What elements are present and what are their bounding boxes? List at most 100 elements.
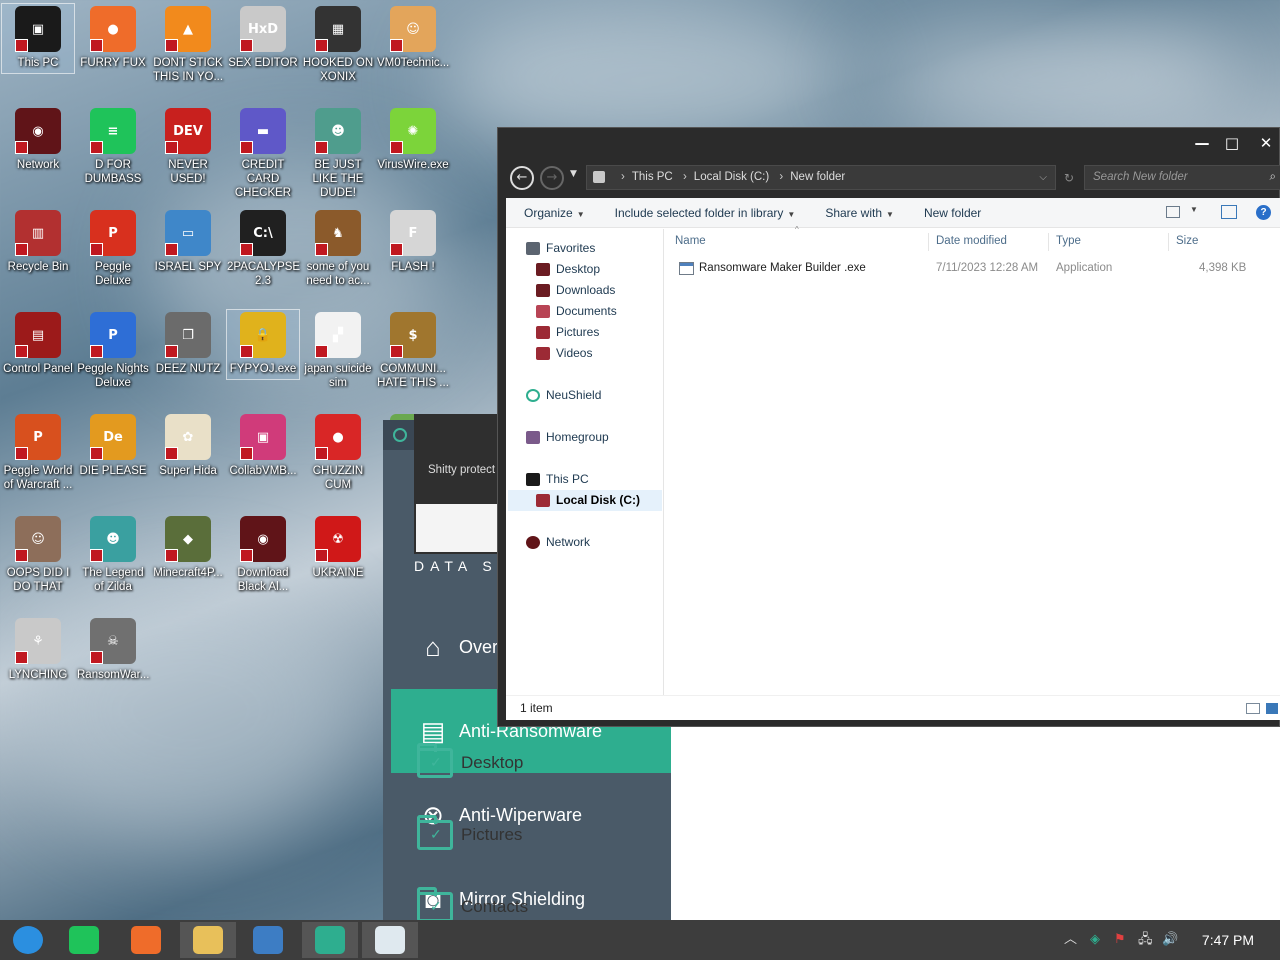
- column-header-size[interactable]: Size: [1176, 235, 1198, 247]
- desktop-icon-0[interactable]: ▣ This PC: [0, 3, 76, 74]
- taskbar-app-neushield[interactable]: [302, 922, 358, 958]
- column-header-type[interactable]: Type: [1056, 235, 1081, 247]
- nav-favorites[interactable]: Favorites: [526, 238, 595, 259]
- recent-locations-chevron-icon[interactable]: ▼: [570, 169, 577, 179]
- volume-icon[interactable]: 🔊: [1162, 920, 1178, 960]
- nav-pictures[interactable]: Pictures: [536, 322, 599, 343]
- nav-network[interactable]: Network: [526, 532, 590, 553]
- desktop-icon-5[interactable]: ☺ VM0Technic...: [375, 4, 451, 73]
- help-icon[interactable]: ?: [1256, 205, 1271, 220]
- show-hidden-icons-chevron-icon[interactable]: ︿: [1064, 920, 1077, 960]
- app-icon: DEV: [165, 108, 211, 154]
- desktop-icon-4[interactable]: ▦ HOOKED ON XONIX: [300, 4, 376, 87]
- forward-button[interactable]: →: [540, 166, 564, 190]
- desktop-icon-33[interactable]: ◉ Download Black Al...: [225, 514, 301, 597]
- breadcrumb-local-disk[interactable]: Local Disk (C:): [694, 171, 769, 183]
- desktop-icon-label: FYPYOJ.exe: [229, 363, 297, 375]
- desktop-icon-19[interactable]: P Peggle Nights Deluxe: [75, 310, 151, 393]
- clock[interactable]: 7:47 PM: [1190, 920, 1266, 960]
- desktop-icon-27[interactable]: ▣ CollabVMB...: [225, 412, 301, 481]
- view-options-icon[interactable]: [1166, 206, 1180, 218]
- neushield-tray-icon[interactable]: ◈: [1090, 920, 1100, 960]
- start-button[interactable]: [0, 922, 56, 958]
- nav-this-pc[interactable]: This PC: [526, 469, 589, 490]
- search-input[interactable]: Search New folder ⌕: [1084, 165, 1280, 190]
- protected-folder-contacts[interactable]: Contacts: [417, 887, 528, 922]
- address-dropdown-icon[interactable]: ⌵: [1039, 166, 1047, 189]
- column-header-date[interactable]: Date modified: [936, 235, 1007, 247]
- column-separator[interactable]: [1048, 233, 1049, 251]
- desktop-icon-20[interactable]: ❐ DEEZ NUTZ: [150, 310, 226, 379]
- file-explorer-window[interactable]: — □ ✕ ← → ▼ › This PC › Local Disk (C:) › N…: [497, 127, 1280, 727]
- nav-desktop[interactable]: Desktop: [536, 259, 600, 280]
- nav-videos[interactable]: Videos: [536, 343, 592, 364]
- desktop-icon-18[interactable]: ▤ Control Panel: [0, 310, 76, 379]
- organize-button[interactable]: Organize ▼: [524, 206, 585, 220]
- taskbar-app-window[interactable]: [362, 922, 418, 958]
- back-button[interactable]: ←: [510, 166, 534, 190]
- desktop-icon-31[interactable]: ☻ The Legend of Zilda: [75, 514, 151, 597]
- desktop-icon-3[interactable]: HxD SEX EDITOR: [225, 4, 301, 73]
- nav-documents[interactable]: Documents: [536, 301, 617, 322]
- breadcrumb-this-pc[interactable]: This PC: [632, 171, 673, 183]
- desktop-icon-36[interactable]: ⚘ LYNCHING: [0, 616, 76, 685]
- close-button[interactable]: ✕: [1252, 132, 1280, 154]
- view-dropdown-icon[interactable]: ▼: [1190, 205, 1198, 214]
- desktop-icon-2[interactable]: ▲ DONT STICK THIS IN YO...: [150, 4, 226, 87]
- desktop-icon-24[interactable]: P Peggle World of Warcraft ...: [0, 412, 76, 495]
- desktop-icon-25[interactable]: De DIE PLEASE: [75, 412, 151, 481]
- column-separator[interactable]: [1168, 233, 1169, 251]
- desktop-icon-16[interactable]: ♞ some of you need to ac...: [300, 208, 376, 291]
- explorer-titlebar[interactable]: — □ ✕: [498, 128, 1280, 158]
- desktop-icon-22[interactable]: ▞ japan suicide sim: [300, 310, 376, 393]
- desktop-icon-13[interactable]: P Peggle Deluxe: [75, 208, 151, 291]
- breadcrumb-new-folder[interactable]: New folder: [790, 171, 845, 183]
- search-icon[interactable]: ⌕: [1270, 166, 1276, 189]
- nav-homegroup[interactable]: Homegroup: [526, 427, 609, 448]
- nav-neushield[interactable]: NeuShield: [526, 385, 601, 406]
- nav-local-disk[interactable]: Local Disk (C:): [508, 490, 662, 511]
- desktop-icon-8[interactable]: DEV NEVER USED!: [150, 106, 226, 189]
- desktop-icon-1[interactable]: ● FURRY FUX: [75, 4, 151, 73]
- desktop-icon-30[interactable]: ☺ OOPS DID I DO THAT: [0, 514, 76, 597]
- new-folder-button[interactable]: New folder: [924, 206, 981, 220]
- desktop-icon-15[interactable]: C:\ 2PACALYPSE 2.3: [225, 208, 301, 291]
- protection-dialog[interactable]: Shitty protect: [414, 414, 504, 554]
- desktop-icon-9[interactable]: ▬ CREDIT CARD CHECKER: [225, 106, 301, 203]
- protected-folder-pictures[interactable]: Pictures: [417, 815, 522, 850]
- desktop-icon-23[interactable]: $ COMMUNI... HATE THIS ...: [375, 310, 451, 393]
- desktop-icon-28[interactable]: ● CHUZZIN CUM: [300, 412, 376, 495]
- desktop-icon-12[interactable]: ▥ Recycle Bin: [0, 208, 76, 277]
- include-in-library-button[interactable]: Include selected folder in library ▼: [615, 206, 796, 220]
- protected-folder-desktop[interactable]: Desktop: [417, 743, 523, 778]
- column-separator[interactable]: [928, 233, 929, 251]
- desktop-icon-26[interactable]: ✿ Super Hida: [150, 412, 226, 481]
- maximize-button[interactable]: □: [1218, 132, 1246, 154]
- desktop-icon-21[interactable]: 🔒 FYPYOJ.exe: [225, 309, 301, 380]
- desktop-icon-10[interactable]: ☻ BE JUST LIKE THE DUDE!: [300, 106, 376, 203]
- desktop-icon-34[interactable]: ☢ UKRAINE: [300, 514, 376, 583]
- nav-downloads[interactable]: Downloads: [536, 280, 615, 301]
- action-center-flag-icon[interactable]: ⚑: [1114, 920, 1126, 960]
- minimize-button[interactable]: —: [1188, 132, 1216, 154]
- preview-pane-icon[interactable]: [1221, 205, 1237, 219]
- desktop-icon-17[interactable]: F FLASH !: [375, 208, 451, 277]
- desktop-icon-11[interactable]: ✺ VirusWire.exe: [375, 106, 451, 175]
- taskbar-app-explorer[interactable]: [180, 922, 236, 958]
- share-with-button[interactable]: Share with ▼: [825, 206, 894, 220]
- desktop-icon-7[interactable]: ≡ D FOR DUMBASS: [75, 106, 151, 189]
- taskbar-app-green[interactable]: [56, 922, 112, 958]
- desktop-icon-6[interactable]: ◉ Network: [0, 106, 76, 175]
- address-bar[interactable]: › This PC › Local Disk (C:) › New folder ⌵: [586, 165, 1056, 190]
- taskbar-app-firefox[interactable]: [118, 922, 174, 958]
- network-tray-icon[interactable]: 🖧: [1138, 920, 1153, 960]
- large-icons-view-icon[interactable]: [1266, 703, 1278, 714]
- refresh-icon[interactable]: ↻: [1058, 168, 1080, 188]
- desktop-icon-14[interactable]: ▭ ISRAEL SPY: [150, 208, 226, 277]
- desktop-icon-37[interactable]: ☠ RansomWar...: [75, 616, 151, 685]
- table-row[interactable]: Ransomware Maker Builder .exe 7/11/2023 …: [677, 260, 1277, 280]
- column-header-name[interactable]: Name: [675, 235, 706, 247]
- taskbar-app-monitor[interactable]: [240, 922, 296, 958]
- details-view-icon[interactable]: [1246, 703, 1260, 714]
- desktop-icon-32[interactable]: ◆ Minecraft4P...: [150, 514, 226, 583]
